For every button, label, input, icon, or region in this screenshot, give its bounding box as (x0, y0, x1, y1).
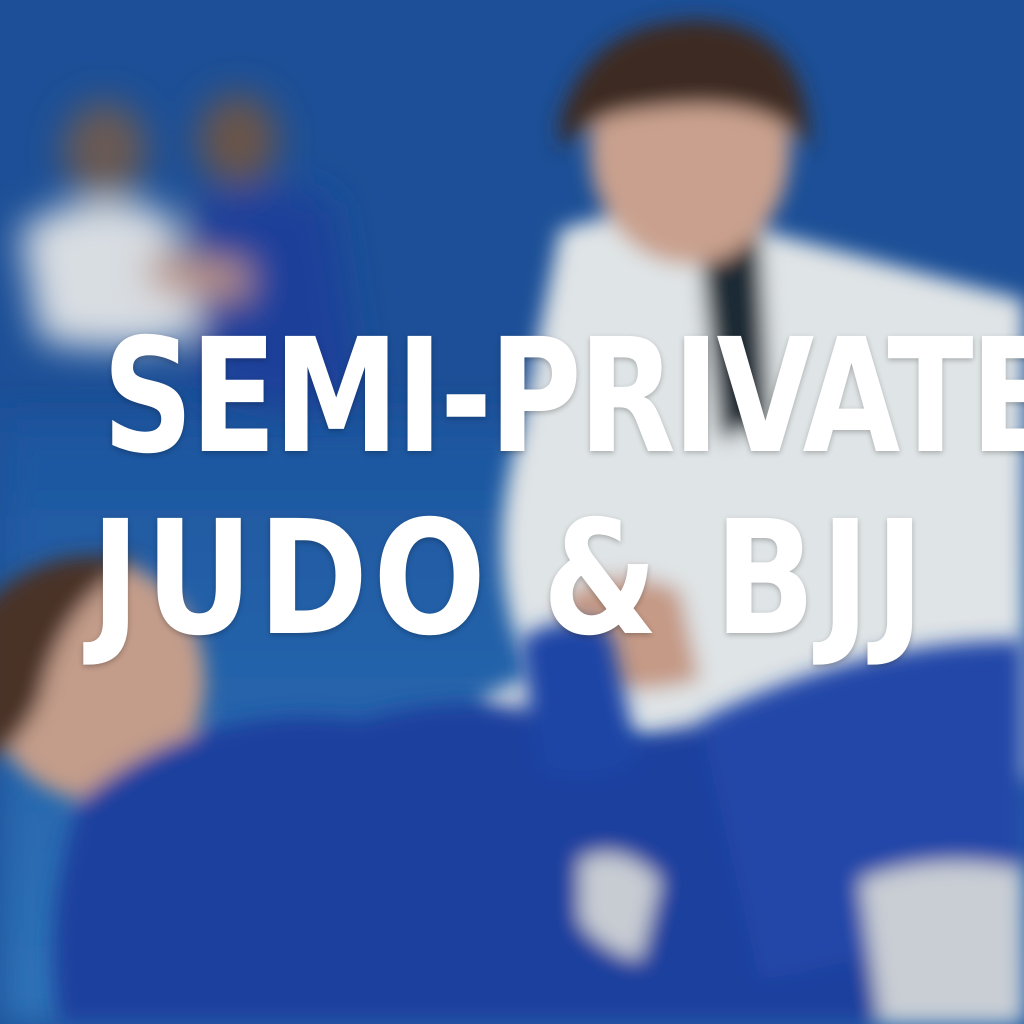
poster: SEMI-PRIVATE JUDO & BJJ (0, 0, 1024, 1024)
blurred-training-photo (0, 0, 1024, 1024)
